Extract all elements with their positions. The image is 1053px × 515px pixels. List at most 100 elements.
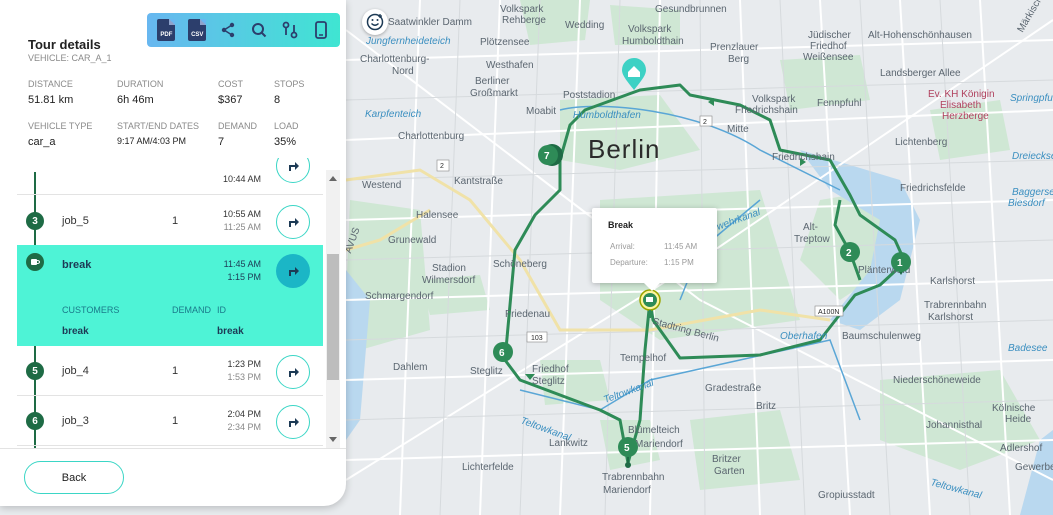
- stop-number-badge: 5: [26, 362, 44, 380]
- show-route-button[interactable]: [276, 254, 310, 288]
- stop-demand: 1: [172, 215, 179, 227]
- route-settings-button[interactable]: [277, 17, 303, 43]
- list-item[interactable]: 3 job_5 1 10:55 AM 11:25 AM: [17, 196, 323, 246]
- svg-text:Blümelteich: Blümelteich: [628, 425, 680, 436]
- svg-text:Prenzlauer: Prenzlauer: [710, 42, 759, 53]
- route-icon: [282, 21, 298, 39]
- export-pdf-button[interactable]: PDF: [153, 17, 179, 43]
- svg-text:Saatwinkler Damm: Saatwinkler Damm: [388, 17, 472, 28]
- svg-text:Humboldthafen: Humboldthafen: [573, 110, 641, 121]
- stops-list[interactable]: 10:44 AM 3 job_5 1 10:55 AM 11:25 AM bre…: [0, 158, 346, 448]
- svg-text:Lichterfelde: Lichterfelde: [462, 462, 514, 473]
- list-item[interactable]: 5 job_4 1 1:23 PM 1:53 PM: [17, 346, 323, 396]
- detail-id-value: break: [217, 326, 244, 337]
- share-button[interactable]: [215, 17, 241, 43]
- svg-text:Badesee: Badesee: [1008, 343, 1048, 354]
- scrollbar-thumb[interactable]: [327, 254, 339, 380]
- stop-name: job_5: [62, 215, 89, 227]
- list-item-break-selected[interactable]: break 11:45 AM 1:15 PM CUSTOMERS DEMAND …: [17, 245, 323, 346]
- svg-text:Trabrennbahn: Trabrennbahn: [602, 472, 664, 483]
- popup-arrival-label: Arrival:: [610, 242, 635, 251]
- svg-text:Mitte: Mitte: [727, 124, 749, 135]
- svg-text:1: 1: [897, 258, 903, 269]
- stat-load: LOAD 35%: [274, 121, 299, 148]
- svg-text:Großmarkt: Großmarkt: [470, 88, 518, 99]
- stop-arrival: 1:23 PM: [227, 359, 261, 369]
- directions-icon: [289, 162, 299, 171]
- svg-text:Grunewald: Grunewald: [388, 235, 436, 246]
- show-route-button[interactable]: [276, 405, 310, 439]
- svg-text:Britzer: Britzer: [712, 454, 742, 465]
- svg-text:Berliner: Berliner: [475, 76, 510, 87]
- svg-text:Rehberge: Rehberge: [502, 15, 546, 26]
- show-route-button[interactable]: [276, 158, 310, 183]
- list-item[interactable]: 10:44 AM: [17, 158, 323, 195]
- list-item[interactable]: 6 job_3 1 2:04 PM 2:34 PM: [17, 396, 323, 446]
- svg-text:6: 6: [499, 348, 505, 359]
- svg-text:Wilmersdorf: Wilmersdorf: [422, 275, 476, 286]
- stat-dates: START/END DATES 9:17 AM/4:03 PM: [117, 121, 200, 146]
- svg-text:Adlershof: Adlershof: [1000, 443, 1042, 454]
- svg-text:Gradestraße: Gradestraße: [705, 383, 762, 394]
- svg-text:Kölnische: Kölnische: [992, 403, 1036, 414]
- svg-text:Ev. KH Königin: Ev. KH Königin: [928, 89, 995, 100]
- stat-distance: DISTANCE 51.81 km: [28, 79, 74, 106]
- route-stop-marker-2[interactable]: 2: [840, 242, 860, 262]
- popup-departure-value: 1:15 PM: [664, 258, 694, 267]
- svg-text:Wedding: Wedding: [565, 20, 604, 31]
- svg-text:Charlottenburg-: Charlottenburg-: [360, 54, 429, 65]
- svg-text:Volkspark: Volkspark: [752, 94, 796, 105]
- svg-text:Friedenau: Friedenau: [505, 309, 550, 320]
- svg-text:Alt-Hohenschönhausen: Alt-Hohenschönhausen: [868, 30, 972, 41]
- svg-text:2: 2: [703, 119, 707, 126]
- svg-text:Westend: Westend: [362, 180, 401, 191]
- svg-text:A100N: A100N: [818, 309, 839, 316]
- list-scrollbar[interactable]: [326, 170, 340, 448]
- svg-text:103: 103: [531, 335, 543, 342]
- break-popup: Break Arrival: 11:45 AM Departure: 1:15 …: [592, 208, 717, 291]
- svg-text:Nord: Nord: [392, 66, 414, 77]
- svg-text:Baggersee: Baggersee: [1012, 187, 1053, 198]
- svg-text:Berg: Berg: [728, 54, 749, 65]
- csv-file-icon: CSV: [188, 19, 207, 41]
- svg-text:Landsberger Allee: Landsberger Allee: [880, 68, 961, 79]
- scroll-up-arrow-icon[interactable]: [329, 176, 337, 181]
- show-route-button[interactable]: [276, 205, 310, 239]
- show-route-button[interactable]: [276, 355, 310, 389]
- detail-header-id: ID: [217, 305, 226, 315]
- svg-text:Tempelhof: Tempelhof: [620, 353, 666, 364]
- page-title: Tour details: [28, 37, 101, 52]
- route-stop-marker-7[interactable]: 7: [538, 144, 563, 166]
- svg-text:Karpfenteich: Karpfenteich: [365, 109, 422, 120]
- export-csv-button[interactable]: CSV: [184, 17, 210, 43]
- svg-text:Moabit: Moabit: [526, 106, 556, 117]
- stop-arrival: 10:55 AM: [222, 209, 261, 219]
- stop-name: break: [62, 259, 92, 271]
- svg-text:Niederschöneweide: Niederschöneweide: [893, 375, 981, 386]
- svg-text:Gewerbe: Gewerbe: [1015, 462, 1053, 473]
- stat-cost: COST $367: [218, 79, 244, 106]
- search-button[interactable]: [246, 17, 272, 43]
- directions-icon: [289, 368, 299, 377]
- svg-text:Mariendorf: Mariendorf: [635, 439, 683, 450]
- stop-number-badge: 6: [26, 412, 44, 430]
- stop-departure: 1:53 PM: [227, 372, 261, 382]
- stat-duration: DURATION 6h 46m: [117, 79, 164, 106]
- stat-stops: STOPS 8: [274, 79, 305, 106]
- svg-text:Friedrichshain: Friedrichshain: [735, 105, 798, 116]
- feedback-smiley-icon[interactable]: [362, 9, 388, 35]
- svg-text:Dahlem: Dahlem: [393, 362, 427, 373]
- svg-text:Baumschulenweg: Baumschulenweg: [842, 331, 921, 342]
- svg-text:Kantstraße: Kantstraße: [454, 176, 503, 187]
- directions-icon: [289, 218, 299, 227]
- back-button[interactable]: Back: [24, 461, 124, 494]
- break-coffee-icon: [26, 253, 44, 271]
- svg-text:Lankwitz: Lankwitz: [549, 438, 588, 449]
- svg-text:Jüdischer: Jüdischer: [808, 30, 851, 41]
- svg-text:Springpfuhl: Springpfuhl: [1010, 93, 1053, 104]
- route-stop-marker-6[interactable]: 6: [493, 342, 513, 362]
- stop-arrival: 2:04 PM: [227, 409, 261, 419]
- svg-text:Poststadion: Poststadion: [563, 90, 615, 101]
- mobile-view-button[interactable]: [308, 17, 334, 43]
- scroll-down-arrow-icon[interactable]: [329, 437, 337, 442]
